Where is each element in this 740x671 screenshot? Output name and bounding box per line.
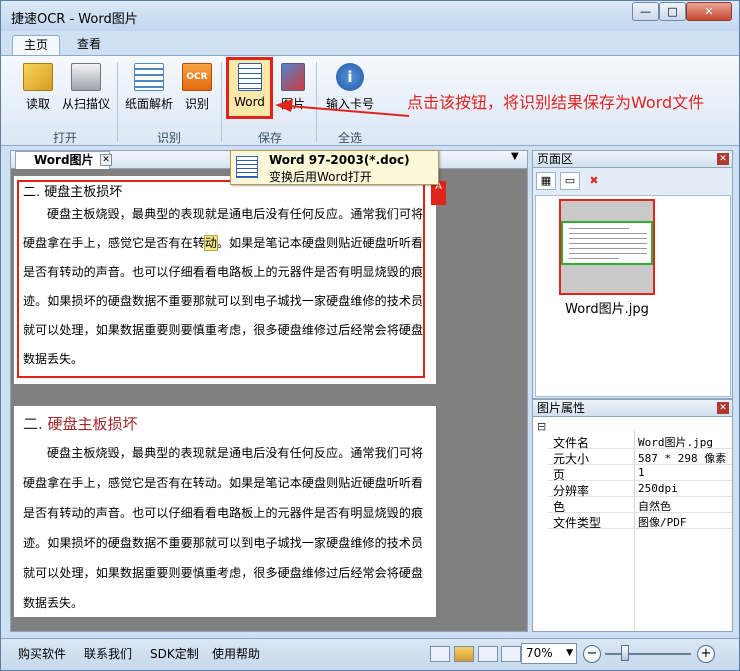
close-tab-icon[interactable]: ✕ [100,154,112,166]
close-icon[interactable]: ✕ [717,402,729,414]
ribbon-tabs: 主页 查看 [1,31,739,55]
word-doc-icon [237,63,262,91]
fit-page-icon[interactable] [430,646,450,662]
document-tab[interactable]: Word图片 ✕ [15,151,112,169]
close-button[interactable]: ✕ [686,2,732,21]
thumbnail-selection [561,221,653,265]
source-image-page: 二. 硬盘主板损坏 硬盘主板烧毁，最典型的表现就是通电后没有任何反应。通常我们可… [14,176,436,384]
scanner-icon [71,63,101,91]
maximize-button[interactable]: □ [659,2,686,21]
zoom-slider-handle[interactable] [621,645,629,661]
ocr-icon: OCR [182,63,212,91]
source-heading: 二. 硬盘主板损坏 [23,185,123,200]
image-view-icon[interactable] [454,646,474,662]
minimize-button[interactable]: — [632,2,659,21]
scanner-button[interactable]: 从扫描仪 [59,60,113,118]
property-row: 元大小 587 * 298 像素 [547,449,732,466]
group-separator [221,62,222,142]
ocr-body[interactable]: 硬盘主板烧毁，最典型的表现就是通电后没有任何反应。通常我们可将硬盘拿在手上，感觉… [23,438,423,618]
ocr-heading: 二. 硬盘主板损坏 [23,415,138,433]
page-area-title: 页面区 [537,152,574,166]
blank-page-icon[interactable]: ▭ [560,172,580,190]
group-separator [117,62,118,142]
layout-analysis-icon [134,63,164,91]
help-link[interactable]: 使用帮助 [212,645,260,662]
title-bar: 捷速OCR - Word图片 — □ ✕ [1,1,739,31]
annotation-arrow [275,99,410,117]
properties-panel: 图片属性 ✕ ⊟ 文件名 Word图片.jpg 元大小 587 * 298 像素 页… [532,399,733,632]
split-view-icon[interactable] [501,646,521,662]
tab-home[interactable]: 主页 [12,35,60,55]
highlighted-char: 动 [203,235,218,251]
window-title: 捷速OCR - Word图片 [11,12,138,27]
property-row: 分辨率 250dpi [547,481,732,498]
info-icon: i [336,63,364,91]
recognize-button[interactable]: OCR 识别 [179,60,215,118]
buy-software-link[interactable]: 购买软件 [18,645,66,662]
thumbnail-view-icon[interactable]: ▦ [536,172,556,190]
chevron-down-icon: ▼ [566,648,573,658]
property-row: 文件类型 图像/PDF [547,513,732,530]
zoom-select[interactable]: 70% ▼ [521,643,577,664]
zoom-in-button[interactable]: + [697,645,715,663]
page-thumbnail[interactable] [559,199,655,295]
ocr-result-page: 二. 硬盘主板损坏 硬盘主板烧毁，最典型的表现就是通电后没有任何反应。通常我们可… [14,406,436,617]
group-label-save: 保存 [257,131,282,145]
page-area-toolbar: ▦ ▭ ✖ [536,171,626,191]
word-save-tooltip: Word 97-2003(*.doc) 变换后用Word打开 [230,150,439,185]
page-area-panel: 页面区 ✕ ▦ ▭ ✖ Word图片.jpg [532,150,733,399]
tooltip-description: 变换后用Word打开 [269,170,372,184]
document-panel: Word图片 ✕ ▼ 二. 硬盘主板损坏 硬盘主板烧毁，最典型的表现就是通电后没… [10,150,528,632]
app-window: 捷速OCR - Word图片 — □ ✕ 主页 查看 读取 从扫描仪 纸面解析 … [0,0,740,671]
collapse-icon[interactable]: ⊟ [537,420,546,433]
property-row: 页1 [547,465,732,482]
tab-view[interactable]: 查看 [63,35,115,55]
tooltip-title: Word 97-2003(*.doc) [269,153,410,167]
group-label-select-all: 全选 [337,131,362,145]
read-button[interactable]: 读取 [19,60,57,118]
sdk-custom-link[interactable]: SDK定制 [150,645,199,662]
annotation-text: 点击该按钮，将识别结果保存为Word文件 [407,93,705,112]
source-body: 硬盘主板烧毁，最典型的表现就是通电后没有任何反应。通常我们可将硬盘拿在手上，感觉… [23,207,423,366]
thumbnail-label: Word图片.jpg [565,302,649,317]
delete-page-icon[interactable]: ✖ [584,172,604,190]
properties-header: 图片属性 ✕ [533,400,732,417]
document-tab-label: Word图片 [34,153,94,167]
close-icon[interactable]: ✕ [717,153,729,165]
group-label-recognize: 识别 [156,131,181,145]
zoom-out-button[interactable]: − [583,645,601,663]
layout-analysis-button[interactable]: 纸面解析 [122,60,176,118]
status-bar: 购买软件 联系我们 SDK定制 使用帮助 70% ▼ − + [1,638,739,670]
tab-menu-icon[interactable]: ▼ [511,151,519,162]
word-doc-icon [236,156,258,178]
contact-us-link[interactable]: 联系我们 [84,645,132,662]
property-row: 文件名 Word图片.jpg [547,433,732,450]
folder-icon [23,63,53,91]
property-row: 色自然色 [547,497,732,514]
page-area-header: 页面区 ✕ [533,151,732,168]
zoom-slider-track[interactable] [605,653,691,655]
group-label-open: 打开 [52,131,77,145]
thumbnail-list: Word图片.jpg [535,195,731,397]
properties-title: 图片属性 [537,401,586,415]
text-view-icon[interactable] [478,646,498,662]
save-word-button[interactable]: Word [226,57,273,119]
image-save-icon [281,63,305,91]
